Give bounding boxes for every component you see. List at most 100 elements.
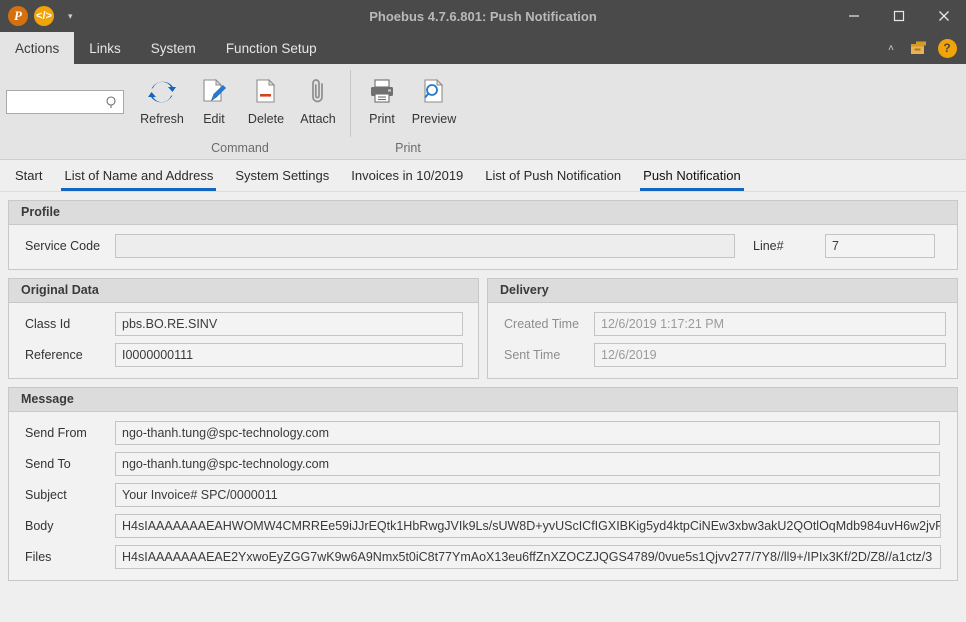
profile-panel: Profile Service Code Line# 7 [8,200,958,270]
collapse-ribbon-icon[interactable]: ˄ [880,37,902,59]
ribbon-tab-label: Links [89,40,121,56]
send-from-input[interactable]: ngo-thanh.tung@spc-technology.com [115,421,940,445]
delete-button[interactable]: Delete [240,64,292,126]
tab-push-notification[interactable]: Push Notification [632,160,752,191]
created-time-input: 12/6/2019 1:17:21 PM [594,312,946,336]
reference-label: Reference [25,348,83,362]
send-from-label: Send From [25,426,87,440]
tab-start[interactable]: Start [4,160,53,191]
service-code-row: Service Code Line# 7 [19,234,947,258]
message-panel-title: Message [9,388,957,412]
body-input[interactable]: H4sIAAAAAAAEAHWOMW4CMRREe59iJJrEQtk1HbRw… [115,514,941,538]
subject-input[interactable]: Your Invoice# SPC/0000011 [115,483,940,507]
ribbon-tab-links[interactable]: Links [74,32,136,64]
preview-icon [419,74,449,110]
attach-label: Attach [300,112,336,126]
tab-label: System Settings [235,168,330,183]
class-id-input[interactable]: pbs.BO.RE.SINV [115,312,463,336]
created-time-label: Created Time [504,317,580,331]
body-row: Body H4sIAAAAAAAEAHWOMW4CMRREe59iJJrEQtk… [19,514,947,538]
sent-time-label: Sent Time [504,348,561,362]
attach-icon [303,74,333,110]
ribbon-group-label-command: Command [211,141,269,155]
delivery-panel-title: Delivery [488,279,957,303]
delete-label: Delete [247,112,285,126]
title-bar: P </> ▾ Phoebus 4.7.6.801: Push Notifica… [0,0,966,32]
ribbon-tab-system[interactable]: System [136,32,211,64]
line-number-input[interactable]: 7 [825,234,935,258]
edit-button[interactable]: Edit [188,64,240,126]
message-panel: Message Send From ngo-thanh.tung@spc-tec… [8,387,958,581]
original-data-panel: Original Data Class Id pbs.BO.RE.SINV Re… [8,278,479,379]
ribbon-tab-actions[interactable]: Actions [0,32,75,64]
ribbon: Refresh Edit Delete Attach Command Print… [0,64,966,160]
message-panel-body: Send From ngo-thanh.tung@spc-technology.… [9,412,957,580]
chevron-down-icon[interactable]: ▾ [68,11,73,21]
quick-access-toolbar: P </> ▾ [0,0,73,32]
edit-label: Edit [203,112,225,126]
delivery-panel: Delivery Created Time 12/6/2019 1:17:21 … [487,278,958,379]
print-icon [367,74,397,110]
help-icon[interactable]: ? [936,37,958,59]
refresh-icon [147,74,177,110]
page-content: Profile Service Code Line# 7 Original Da… [0,192,966,622]
window-title: Phoebus 4.7.6.801: Push Notification [369,8,597,24]
archive-box-icon[interactable] [908,37,930,59]
two-column-row: Original Data Class Id pbs.BO.RE.SINV Re… [8,278,958,379]
service-code-label: Service Code [25,239,101,253]
ribbon-utility-buttons: ˄ ? [880,32,966,64]
original-data-panel-body: Class Id pbs.BO.RE.SINV Reference I00000… [9,303,478,378]
body-label: Body [25,519,54,533]
tab-invoices[interactable]: Invoices in 10/2019 [340,160,474,191]
tab-label: Invoices in 10/2019 [351,168,464,183]
send-from-row: Send From ngo-thanh.tung@spc-technology.… [19,421,947,445]
service-code-input[interactable] [115,234,735,258]
reference-row: Reference I0000000111 [19,343,468,367]
ribbon-group-print: Print Preview Print [350,64,466,159]
ribbon-tab-bar: Actions Links System Function Setup ˄ ? [0,32,966,64]
phoebus-logo-icon[interactable]: P [8,6,28,26]
ribbon-group-command: Refresh Edit Delete Attach Command [130,64,350,159]
attach-button[interactable]: Attach [292,64,344,126]
sent-time-row: Sent Time 12/6/2019 [498,343,947,367]
preview-label: Preview [411,112,457,126]
search-box[interactable] [6,90,124,114]
ribbon-tab-label: System [150,40,196,56]
print-button[interactable]: Print [356,64,408,126]
send-to-label: Send To [25,457,71,471]
tab-label: Push Notification [643,168,741,183]
window-controls [831,0,966,32]
tab-list-of-name-and-address[interactable]: List of Name and Address [53,160,224,191]
sent-time-input: 12/6/2019 [594,343,946,367]
tab-label: List of Name and Address [64,168,214,183]
class-id-row: Class Id pbs.BO.RE.SINV [19,312,468,336]
tab-system-settings[interactable]: System Settings [224,160,340,191]
send-to-input[interactable]: ngo-thanh.tung@spc-technology.com [115,452,940,476]
send-to-row: Send To ngo-thanh.tung@spc-technology.co… [19,452,947,476]
tab-list-of-push-notification[interactable]: List of Push Notification [474,160,632,191]
code-icon[interactable]: </> [34,6,54,26]
delivery-panel-body: Created Time 12/6/2019 1:17:21 PM Sent T… [488,303,957,378]
ribbon-group-label-print: Print [395,141,421,155]
document-tab-bar: Start List of Name and Address System Se… [0,160,966,192]
class-id-label: Class Id [25,317,71,331]
ribbon-search-group [0,64,130,159]
minimize-icon[interactable] [831,0,876,32]
search-icon [105,95,119,114]
files-label: Files [25,550,52,564]
ribbon-tab-function-setup[interactable]: Function Setup [211,32,332,64]
close-icon[interactable] [921,0,966,32]
created-time-row: Created Time 12/6/2019 1:17:21 PM [498,312,947,336]
profile-panel-title: Profile [9,201,957,225]
files-input[interactable]: H4sIAAAAAAAEAE2YxwoEyZGG7wK9w6A9Nmx5t0iC… [115,545,941,569]
tab-label: Start [15,168,43,183]
preview-button[interactable]: Preview [408,64,460,126]
profile-panel-body: Service Code Line# 7 [9,225,957,269]
reference-input[interactable]: I0000000111 [115,343,463,367]
line-number-label: Line# [753,239,784,253]
refresh-button[interactable]: Refresh [136,64,188,126]
delete-icon [251,74,281,110]
original-data-panel-title: Original Data [9,279,478,303]
subject-row: Subject Your Invoice# SPC/0000011 [19,483,947,507]
maximize-icon[interactable] [876,0,921,32]
